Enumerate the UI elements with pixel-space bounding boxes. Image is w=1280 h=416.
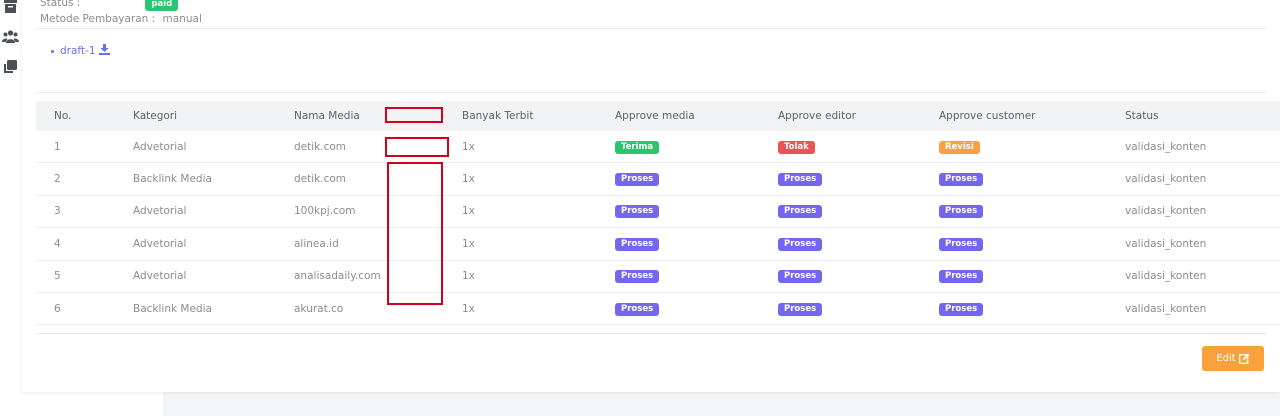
approve-editor-badge: Proses xyxy=(778,302,823,316)
approve-editor-badge: Proses xyxy=(778,237,823,251)
edit-icon xyxy=(1238,353,1250,364)
cell-banyak-terbit: 1x xyxy=(461,131,614,164)
redaction-box xyxy=(385,137,449,157)
payment-method-row: Metode Pembayaran : manual xyxy=(40,13,202,25)
cell-kategori: Backlink Media xyxy=(132,292,293,326)
table-row: 6 Backlink Media akurat.co 1x Proses Pro… xyxy=(36,292,1280,326)
cell-no: 2 xyxy=(36,162,132,196)
col-header-approve-media: Approve media xyxy=(615,110,695,122)
draft-link[interactable]: draft-1 xyxy=(60,45,96,57)
cell-kategori: Backlink Media xyxy=(132,162,293,196)
approve-media-badge: Proses xyxy=(615,270,660,284)
approve-media-badge: Proses xyxy=(615,173,660,187)
redaction-box xyxy=(387,162,443,305)
payment-method-label: Metode Pembayaran : xyxy=(40,13,156,25)
approve-media-badge: Proses xyxy=(615,302,660,316)
approve-editor-badge: Proses xyxy=(778,205,823,219)
table-header-row: No. Kategori Nama Media Banyak Terbit Ap… xyxy=(36,101,1280,131)
cell-no: 5 xyxy=(36,260,132,293)
approve-media-badge: Proses xyxy=(615,237,660,251)
cell-banyak-terbit: 1x xyxy=(461,227,614,261)
redaction-box xyxy=(385,107,443,123)
cell-nama-media: akurat.co xyxy=(293,292,387,326)
cell-status: validasi_konten xyxy=(1124,292,1280,326)
cell-nama-media: 100kpj.com xyxy=(293,195,387,229)
col-header-nama-media: Nama Media xyxy=(294,110,360,122)
status-row: Status : paid xyxy=(40,0,179,11)
divider xyxy=(36,28,1266,29)
approve-customer-badge: Proses xyxy=(939,237,984,251)
cell-banyak-terbit: 1x xyxy=(461,195,614,229)
approve-customer-badge: Proses xyxy=(939,205,984,219)
archive-icon[interactable] xyxy=(2,0,19,17)
cell-kategori: Advetorial xyxy=(132,227,293,261)
edit-button-label: Edit xyxy=(1216,353,1236,364)
approve-media-badge: Proses xyxy=(615,205,660,219)
approve-customer-badge: Proses xyxy=(939,270,984,284)
cell-nama-media: analisadaily.com xyxy=(293,260,387,293)
cell-kategori: Advetorial xyxy=(132,195,293,229)
order-detail-card: Status : paid Metode Pembayaran : manual… xyxy=(22,0,1280,392)
table-row: 5 Advetorial analisadaily.com 1x Proses … xyxy=(36,260,1280,293)
media-table: No. Kategori Nama Media Banyak Terbit Ap… xyxy=(36,101,1280,326)
col-header-kategori: Kategori xyxy=(133,110,178,122)
edit-button[interactable]: Edit xyxy=(1202,346,1264,371)
cell-no: 1 xyxy=(36,131,132,164)
cell-banyak-terbit: 1x xyxy=(461,260,614,293)
cell-no: 6 xyxy=(36,292,132,326)
approve-editor-badge: Proses xyxy=(778,173,823,187)
cell-banyak-terbit: 1x xyxy=(461,162,614,196)
cell-banyak-terbit: 1x xyxy=(461,292,614,326)
cell-no: 4 xyxy=(36,227,132,261)
cell-nama-media: detik.com xyxy=(293,131,387,164)
clone-icon[interactable] xyxy=(2,59,19,76)
cell-status: validasi_konten xyxy=(1124,162,1280,196)
cell-status: validasi_konten xyxy=(1124,260,1280,293)
table-row: 4 Advetorial alinea.id 1x Proses Proses … xyxy=(36,227,1280,261)
col-header-status: Status xyxy=(1125,110,1159,122)
status-label: Status : xyxy=(40,0,81,9)
table-row: 2 Backlink Media detik.com 1x Proses Pro… xyxy=(36,162,1280,196)
cell-nama-media: alinea.id xyxy=(293,227,387,261)
approve-editor-badge: Proses xyxy=(778,270,823,284)
table-row: 1 Advetorial detik.com 1x Terima Tolak R… xyxy=(36,131,1280,164)
bullet xyxy=(51,50,54,53)
divider xyxy=(36,333,1266,334)
approve-customer-badge: Revisi xyxy=(939,140,980,154)
col-header-no: No. xyxy=(54,110,72,122)
approve-customer-badge: Proses xyxy=(939,173,984,187)
col-header-approve-editor: Approve editor xyxy=(778,110,856,122)
cell-status: validasi_konten xyxy=(1124,195,1280,229)
download-icon[interactable] xyxy=(98,44,110,55)
cell-nama-media: detik.com xyxy=(293,162,387,196)
approve-media-badge: Terima xyxy=(615,140,660,154)
col-header-banyak-terbit: Banyak Terbit xyxy=(462,110,534,122)
divider xyxy=(36,92,1266,93)
cell-kategori: Advetorial xyxy=(132,131,293,164)
payment-method-value: manual xyxy=(162,13,202,25)
col-header-approve-customer: Approve customer xyxy=(939,110,1036,122)
cell-no: 3 xyxy=(36,195,132,229)
cell-status: validasi_konten xyxy=(1124,131,1280,164)
status-badge: paid xyxy=(145,0,179,11)
draft-list-item: draft-1 xyxy=(51,44,110,57)
users-icon[interactable] xyxy=(2,29,19,46)
cell-kategori: Advetorial xyxy=(132,260,293,293)
table-row: 3 Advetorial 100kpj.com 1x Proses Proses… xyxy=(36,195,1280,229)
approve-editor-badge: Tolak xyxy=(778,140,815,154)
approve-customer-badge: Proses xyxy=(939,302,984,316)
cell-status: validasi_konten xyxy=(1124,227,1280,261)
